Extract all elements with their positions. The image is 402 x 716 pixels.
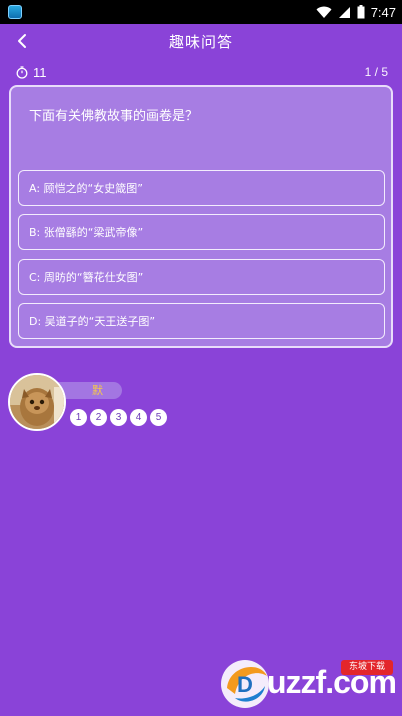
- svg-text:D: D: [237, 672, 253, 697]
- question-progress: 1 / 5: [364, 65, 388, 79]
- round-dot: 2: [90, 409, 107, 426]
- option-label: C: 周昉的“簪花仕女图”: [29, 271, 144, 284]
- back-button[interactable]: [10, 29, 34, 53]
- player-panel: 默 1 2 3 4 5: [8, 373, 208, 435]
- quiz-info-row: 11 1 / 5: [16, 63, 388, 81]
- option-c[interactable]: C: 周昉的“簪花仕女图”: [18, 259, 385, 295]
- option-d[interactable]: D: 吴道子的“天王送子图”: [18, 303, 385, 339]
- option-label: A: 顾恺之的“女史箴图”: [29, 182, 143, 195]
- timer-value: 11: [33, 64, 47, 80]
- watermark: D uzzf.com 东坡下载: [215, 646, 402, 716]
- round-dot: 5: [150, 409, 167, 426]
- status-time: 7:47: [370, 4, 396, 20]
- avatar: [8, 373, 66, 431]
- option-b[interactable]: B: 张僧繇的“梁武帝像”: [18, 214, 385, 250]
- timer: 11: [16, 65, 47, 80]
- question-card: 下面有关佛教故事的画卷是？ A: 顾恺之的“女史箴图” B: 张僧繇的“梁武帝像…: [9, 85, 393, 348]
- chevron-left-icon: [18, 34, 26, 48]
- header-bar: 趣味问答: [0, 24, 402, 58]
- round-dot: 4: [130, 409, 147, 426]
- signal-icon: [338, 6, 350, 18]
- status-bar: 7:47: [0, 0, 402, 24]
- watermark-badge: 东坡下载: [341, 660, 393, 675]
- stopwatch-icon: [16, 65, 28, 79]
- round-dot: 1: [70, 409, 87, 426]
- option-label: B: 张僧繇的“梁武帝像”: [29, 226, 144, 239]
- app-notification-icon: [8, 5, 22, 19]
- question-text: 下面有关佛教故事的画卷是？: [29, 109, 199, 124]
- round-dot: 3: [110, 409, 127, 426]
- round-indicators: 1 2 3 4 5: [70, 409, 167, 426]
- page-title: 趣味问答: [168, 32, 233, 51]
- watermark-logo-icon: D: [221, 660, 269, 708]
- option-a[interactable]: A: 顾恺之的“女史箴图”: [18, 170, 385, 206]
- option-label: D: 吴道子的“天王送子图”: [29, 315, 156, 328]
- wifi-icon: [316, 6, 332, 18]
- battery-icon: [357, 5, 365, 19]
